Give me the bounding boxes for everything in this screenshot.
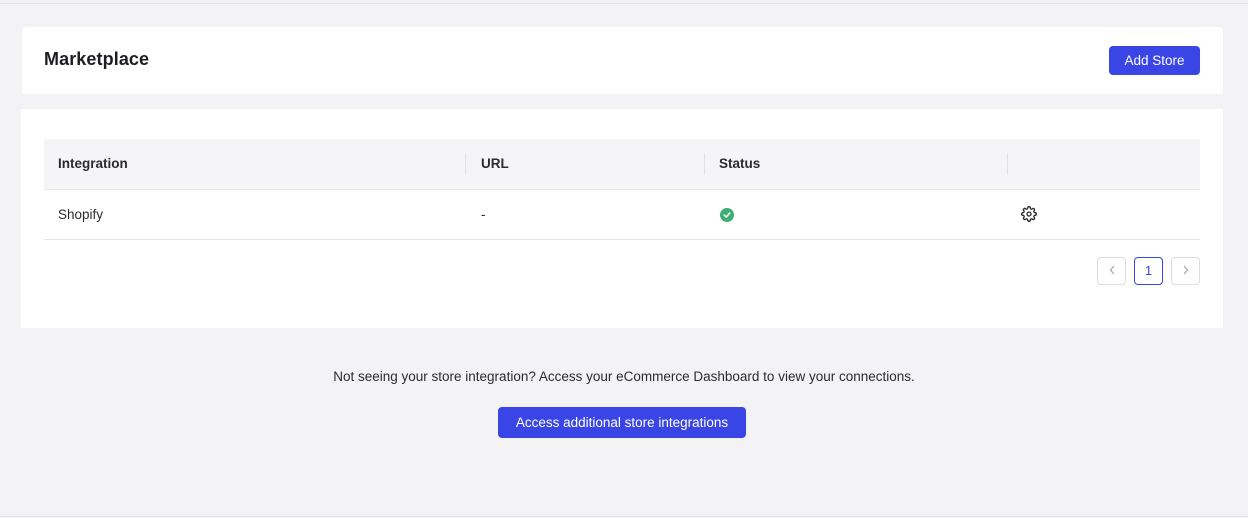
- page-number-button[interactable]: 1: [1134, 257, 1163, 285]
- table-header: Integration URL Status: [44, 139, 1200, 190]
- status-check-icon: [720, 208, 734, 222]
- integration-url: -: [481, 207, 486, 222]
- chevron-right-icon: [1182, 262, 1190, 280]
- page-title: Marketplace: [44, 49, 150, 69]
- top-divider: [0, 3, 1248, 4]
- bottom-divider: [0, 516, 1248, 517]
- page: Marketplace Add Store Integration URL St…: [0, 0, 1248, 518]
- table-row: Shopify -: [44, 190, 1200, 240]
- chevron-left-icon: [1108, 262, 1116, 280]
- column-divider: [1007, 153, 1008, 175]
- integrations-card: Integration URL Status Shopify - 1: [21, 109, 1223, 328]
- add-store-button[interactable]: Add Store: [1109, 46, 1200, 75]
- access-integrations-button[interactable]: Access additional store integrations: [498, 407, 746, 438]
- integration-name: Shopify: [58, 207, 104, 222]
- integrations-table: Integration URL Status Shopify -: [44, 139, 1200, 240]
- column-header-status: Status: [719, 156, 761, 171]
- column-divider: [704, 153, 705, 175]
- header-card: Marketplace Add Store: [22, 27, 1223, 94]
- next-page-button[interactable]: [1171, 257, 1200, 285]
- column-divider: [465, 153, 466, 175]
- prev-page-button[interactable]: [1097, 257, 1126, 285]
- column-header-url: URL: [481, 156, 509, 171]
- gear-icon[interactable]: [1021, 206, 1037, 222]
- integration-notice: Not seeing your store integration? Acces…: [333, 369, 915, 384]
- column-header-integration: Integration: [58, 156, 128, 171]
